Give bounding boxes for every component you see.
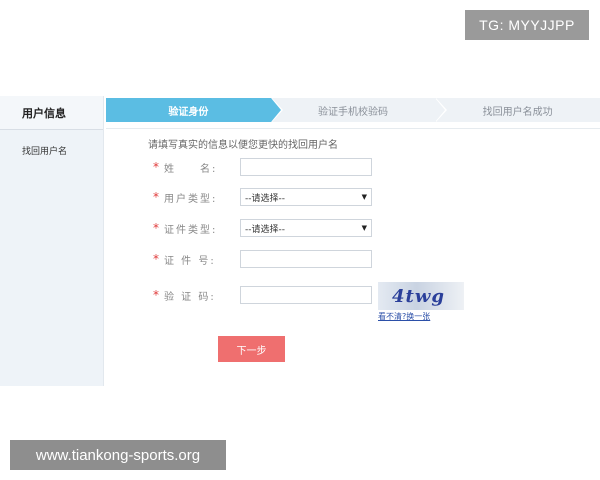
step-progress: 验证身份 验证手机校验码 找回用户名成功 xyxy=(106,98,600,122)
captcha-row: * 验 证 码: xyxy=(148,285,372,305)
user-type-row: * 用户类型: --请选择-- ▼ xyxy=(148,187,372,207)
next-button[interactable]: 下一步 xyxy=(218,336,285,362)
step-label: 验证身份 xyxy=(168,106,209,118)
divider xyxy=(106,128,600,129)
required-mark: * xyxy=(153,160,159,174)
id-number-row: * 证 件 号: xyxy=(148,249,372,269)
id-number-input[interactable] xyxy=(240,250,372,268)
dropdown-arrow-icon: ▼ xyxy=(361,193,367,201)
id-number-label: 证 件 号: xyxy=(164,255,216,267)
required-mark: * xyxy=(153,221,159,235)
id-type-row: * 证件类型: --请选择-- ▼ xyxy=(148,218,372,238)
sidebar: 用户信息 找回用户名 xyxy=(0,96,104,386)
id-type-label: 证件类型: xyxy=(164,224,218,236)
select-value: --请选择-- xyxy=(245,224,285,235)
name-input[interactable] xyxy=(240,158,372,176)
captcha-label: 验 证 码: xyxy=(164,291,216,303)
tg-badge: TG: MYYJJPP xyxy=(465,10,589,40)
select-value: --请选择-- xyxy=(245,193,285,204)
step-label: 找回用户名成功 xyxy=(482,106,553,118)
required-mark: * xyxy=(153,252,159,266)
watermark: www.tiankong-sports.org xyxy=(10,440,226,470)
step-verify-sms-code: 验证手机校验码 xyxy=(270,98,448,122)
step-success: 找回用户名成功 xyxy=(435,98,600,122)
required-mark: * xyxy=(153,288,159,302)
captcha-refresh-link[interactable]: 看不清?换一张 xyxy=(378,311,430,322)
captcha-input[interactable] xyxy=(240,286,372,304)
user-type-select[interactable]: --请选择-- ▼ xyxy=(240,188,372,206)
name-label: 姓 名: xyxy=(164,163,218,175)
dropdown-arrow-icon: ▼ xyxy=(361,224,367,232)
captcha-image[interactable]: 4twg xyxy=(378,282,464,310)
name-row: * 姓 名: xyxy=(148,157,372,177)
step-label: 验证手机校验码 xyxy=(318,106,388,118)
user-type-label: 用户类型: xyxy=(164,193,218,205)
form-instruction: 请填写真实的信息以便您更快的找回用户名 xyxy=(148,140,338,151)
step-arrow-icon xyxy=(270,98,281,122)
step-arrow-icon xyxy=(435,98,446,122)
sidebar-item-find-username[interactable]: 找回用户名 xyxy=(0,130,103,157)
sidebar-title: 用户信息 xyxy=(0,96,103,130)
id-type-select[interactable]: --请选择-- ▼ xyxy=(240,219,372,237)
step-verify-identity: 验证身份 xyxy=(106,98,283,122)
required-mark: * xyxy=(153,190,159,204)
